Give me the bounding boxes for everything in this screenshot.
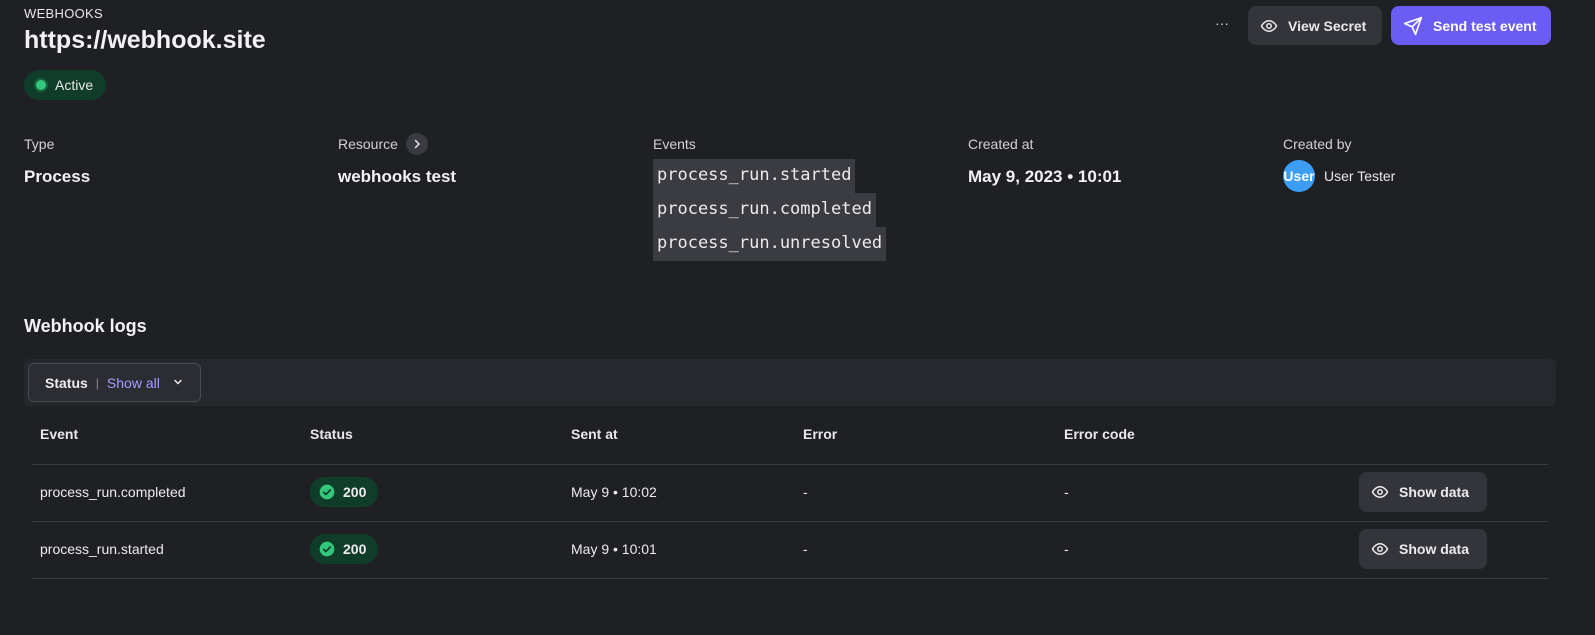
send-test-event-label: Send test event [1433,17,1537,34]
send-test-event-button[interactable]: Send test event [1391,6,1551,45]
column-header-error-code[interactable]: Error code [1064,426,1135,442]
created-at-value: May 9, 2023 • 10:01 [968,167,1122,186]
creator-name: User Tester [1324,168,1396,184]
status-code-badge: 200 [310,534,378,564]
status-code: 200 [343,541,367,557]
paper-plane-icon [1403,16,1423,36]
events-list: process_run.started process_run.complete… [653,159,887,261]
column-header-error[interactable]: Error [803,426,837,442]
status-code-badge: 200 [310,477,378,507]
breadcrumb[interactable]: WEBHOOKS [24,6,103,21]
status-dot-icon [36,80,46,90]
resource-label: Resource [338,136,398,152]
avatar: User [1283,160,1315,192]
filter-separator: | [95,375,99,390]
eye-icon [1371,486,1389,498]
status-code: 200 [343,484,367,500]
resource-header: Resource [338,133,456,155]
event-code: process_run.started [653,159,856,193]
created-at-section: Created at May 9, 2023 • 10:01 [968,135,1121,187]
resource-value: webhooks test [338,167,457,186]
event-code: process_run.completed [653,193,876,227]
event-code: process_run.unresolved [653,227,887,261]
webhook-logs-title: Webhook logs [24,316,147,336]
error-code-cell: - [1064,541,1069,557]
table-row[interactable]: process_run.started 200 May 9 • 10:01 - … [32,522,1548,579]
view-secret-label: View Secret [1288,17,1367,34]
eye-icon [1371,543,1389,555]
error-code-cell: - [1064,484,1069,500]
error-cell: - [803,541,808,557]
resource-section: Resource webhooks test [338,133,457,187]
status-label: Active [55,77,94,93]
show-data-button[interactable]: Show data [1359,472,1487,512]
creator: User User Tester [1283,160,1395,192]
status-badge: Active [24,70,107,100]
status-filter-dropdown[interactable]: Status | Show all [28,363,201,402]
eye-icon [1260,17,1278,35]
events-label: Events [653,136,696,152]
chevron-down-icon [172,375,184,391]
view-secret-button[interactable]: View Secret [1248,6,1382,45]
column-header-status[interactable]: Status [310,426,353,442]
column-header-event[interactable]: Event [40,426,78,442]
show-data-button[interactable]: Show data [1359,529,1487,569]
webhook-detail-page: WEBHOOKS https://webhook.site Active ···… [0,0,1595,635]
event-cell: process_run.completed [40,484,186,500]
created-by-section: Created by User User Tester [1283,135,1395,192]
created-at-label: Created at [968,136,1034,152]
filter-bar: Status | Show all [24,359,1556,406]
created-by-label: Created by [1283,136,1352,152]
events-section: Events process_run.started process_run.c… [653,135,887,261]
error-cell: - [803,484,808,500]
show-data-label: Show data [1399,541,1470,557]
column-header-sent-at[interactable]: Sent at [571,426,618,442]
type-value: Process [24,167,91,186]
filter-value: Show all [106,374,160,391]
show-data-label: Show data [1399,484,1470,500]
check-circle-icon [319,484,335,500]
event-cell: process_run.started [40,541,164,557]
table-row[interactable]: process_run.completed 200 May 9 • 10:02 … [32,465,1548,522]
filter-label: Status [45,374,88,391]
check-circle-icon [319,541,335,557]
sent-at-cell: May 9 • 10:02 [571,484,657,500]
page-title: https://webhook.site [24,26,266,54]
webhook-logs-table: Event Status Sent at Error Error code pr… [32,416,1548,579]
more-options-button[interactable]: ··· [1210,12,1234,36]
table-header: Event Status Sent at Error Error code [32,416,1548,465]
type-label: Type [24,136,55,152]
sent-at-cell: May 9 • 10:01 [571,541,657,557]
chevron-right-icon [414,139,420,149]
type-section: Type Process [24,135,90,187]
resource-link-button[interactable] [405,133,428,155]
